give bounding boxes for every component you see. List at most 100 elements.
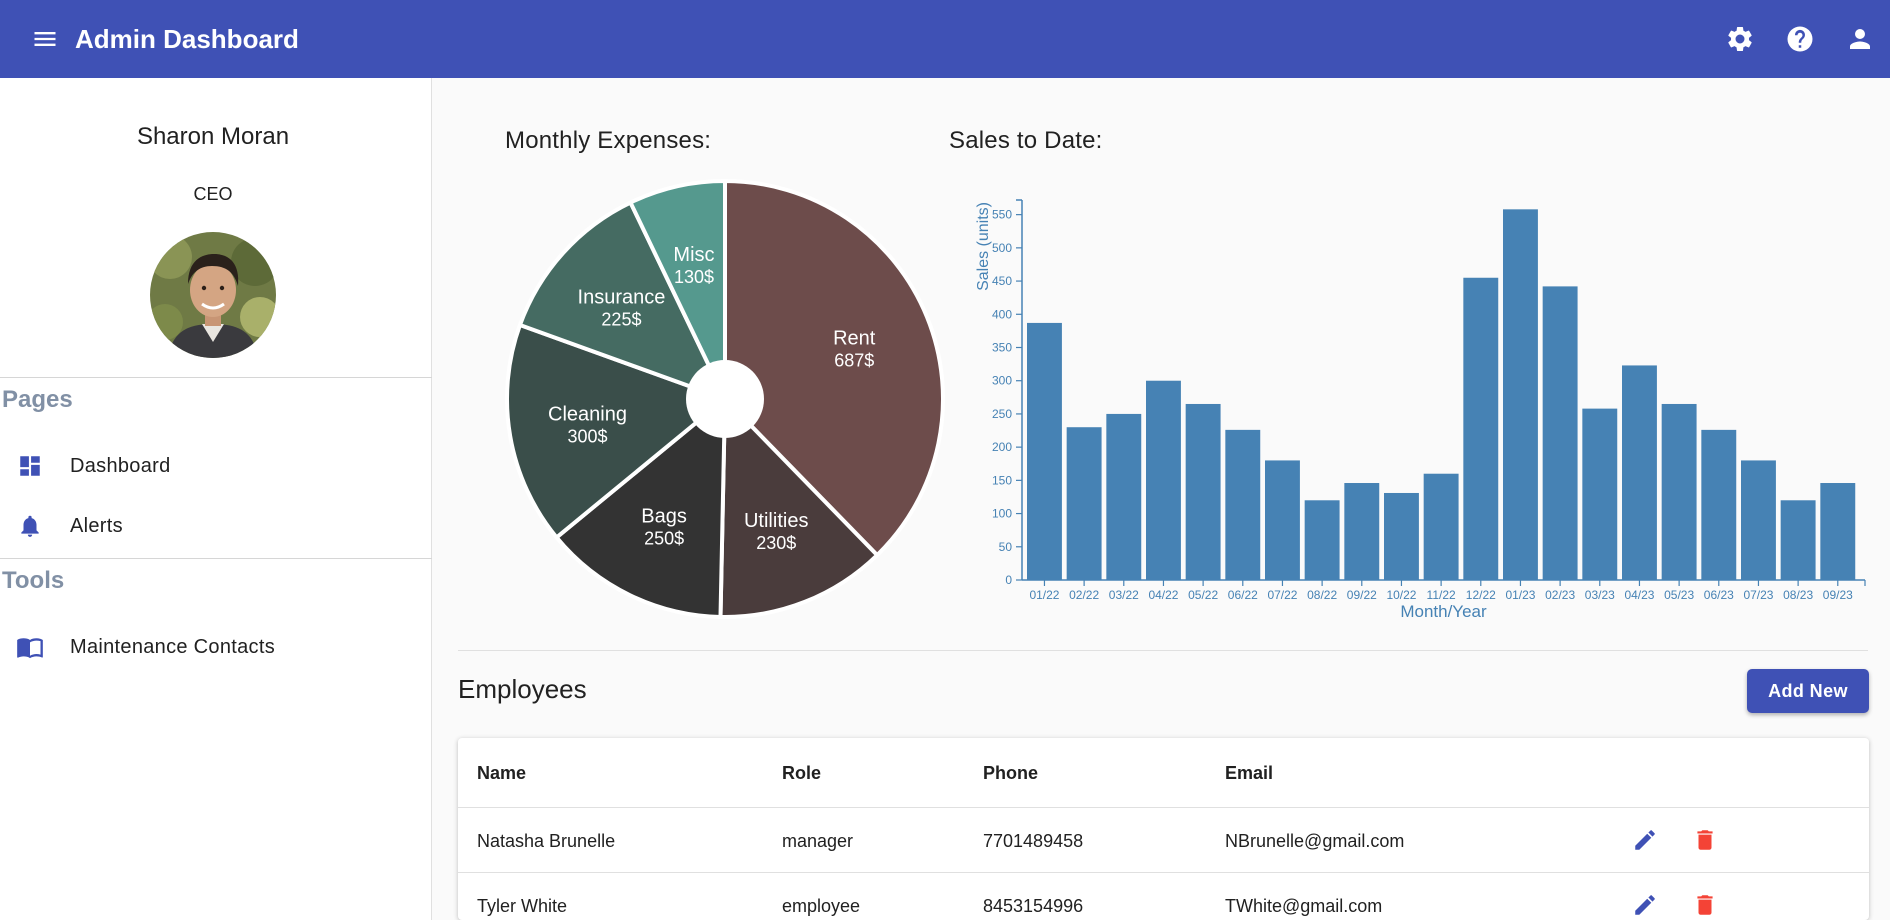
bar-12/22	[1463, 277, 1499, 580]
sidebar-item-label: Maintenance Contacts	[70, 635, 276, 658]
y-tick-label: 150	[992, 473, 1012, 487]
edit-button[interactable]	[1625, 820, 1665, 860]
y-axis-label: Sales (units)	[975, 202, 992, 291]
menu-icon	[34, 32, 56, 46]
x-tick-label: 06/22	[1228, 588, 1258, 602]
bar-10/22	[1384, 492, 1419, 580]
column-header-phone: Phone	[983, 763, 1039, 783]
employee-name: Natasha Brunelle	[477, 831, 616, 851]
bar-01/23	[1503, 209, 1538, 581]
x-tick-label: 03/23	[1585, 588, 1615, 602]
bar-04/23	[1622, 365, 1657, 580]
app-title: Admin Dashboard	[75, 23, 299, 54]
x-tick-label: 09/22	[1347, 588, 1377, 602]
help-button[interactable]	[1770, 9, 1830, 69]
employee-name: Tyler White	[477, 896, 568, 916]
pie-center-hole	[686, 360, 764, 438]
y-tick-label: 0	[1005, 573, 1012, 587]
bar-chart-title: Sales to Date:	[949, 127, 1103, 154]
bar-08/23	[1780, 500, 1816, 580]
x-tick-label: 04/23	[1624, 588, 1654, 602]
divider	[458, 650, 1868, 651]
y-tick-label: 350	[992, 341, 1012, 355]
bar-09/22	[1344, 483, 1380, 580]
bar-11/22	[1423, 473, 1459, 580]
y-tick-label: 500	[992, 241, 1012, 255]
divider	[0, 558, 432, 559]
employee-role: manager	[782, 831, 854, 851]
column-header-email: Email	[1225, 763, 1274, 783]
bar-04/22	[1146, 380, 1181, 580]
gear-icon	[1728, 26, 1752, 51]
table-row: Natasha Brunelle manager 7701489458 NBru…	[458, 808, 1869, 873]
table-header-row: Name Role Phone Email	[458, 738, 1869, 808]
y-tick-label: 50	[999, 540, 1013, 554]
bar-09/23	[1820, 483, 1856, 580]
x-axis-label: Month/Year	[1400, 602, 1487, 621]
delete-button[interactable]	[1685, 820, 1725, 860]
sidebar: Sharon Moran CEO Pages Dashboard Alerts …	[0, 78, 432, 920]
employee-phone: 8453154996	[983, 896, 1084, 916]
x-tick-label: 06/23	[1704, 588, 1734, 602]
sidebar-item-label: Alerts	[70, 514, 123, 537]
x-tick-label: 09/23	[1823, 588, 1853, 602]
x-tick-label: 01/22	[1029, 588, 1059, 602]
bar-07/22	[1265, 460, 1300, 580]
pie-slice-label: Misc	[673, 244, 714, 266]
dashboard-icon	[15, 451, 45, 481]
bar-07/23	[1741, 460, 1776, 580]
help-icon	[1787, 26, 1813, 52]
employees-table: Name Role Phone Email Natasha Brunelle m…	[458, 738, 1869, 920]
employee-email: NBrunelle@gmail.com	[1225, 831, 1405, 851]
sidebar-item-maintenance-contacts[interactable]: Maintenance Contacts	[0, 619, 431, 675]
employees-title: Employees	[458, 674, 587, 704]
employee-phone: 7701489458	[983, 831, 1084, 851]
bar-06/23	[1701, 429, 1737, 580]
bar-05/23	[1661, 403, 1697, 580]
pie-slice-value: 250$	[644, 529, 684, 549]
pie-slice-value: 225$	[601, 309, 641, 329]
bar-05/22	[1185, 403, 1221, 580]
bar-08/22	[1304, 500, 1340, 580]
y-tick-label: 450	[992, 274, 1012, 288]
x-tick-label: 10/22	[1386, 588, 1416, 602]
avatar	[150, 232, 276, 358]
y-tick-label: 200	[992, 440, 1012, 454]
pie-slice-value: 130$	[674, 267, 714, 287]
pie-slice-label: Cleaning	[548, 404, 627, 426]
pencil-icon	[1635, 830, 1655, 850]
trash-icon	[1697, 830, 1713, 850]
x-tick-label: 02/23	[1545, 588, 1575, 602]
pie-slice-value: 300$	[567, 427, 607, 447]
person-icon	[1850, 29, 1870, 49]
account-button[interactable]	[1830, 9, 1890, 69]
y-tick-label: 550	[992, 208, 1012, 222]
y-tick-label: 100	[992, 507, 1012, 521]
bar-06/22	[1225, 429, 1261, 580]
section-title-tools: Tools	[2, 567, 65, 594]
add-new-button[interactable]: Add New	[1747, 669, 1869, 713]
delete-button[interactable]	[1685, 885, 1725, 920]
sidebar-item-alerts[interactable]: Alerts	[0, 498, 431, 554]
sales-bar-chart: 0 50 100 150 200 250 300 350 400 450 500 550 01/22 02…	[975, 199, 1866, 621]
x-tick-label: 03/22	[1109, 588, 1139, 602]
bar-01/22	[1027, 322, 1062, 580]
y-tick-label: 250	[992, 407, 1012, 421]
y-tick-label: 300	[992, 374, 1012, 388]
settings-button[interactable]	[1710, 9, 1770, 69]
x-tick-label: 07/22	[1267, 588, 1297, 602]
pie-slice-label: Rent	[833, 327, 876, 349]
x-tick-label: 05/23	[1664, 588, 1694, 602]
pie-slice-value: 230$	[756, 533, 796, 553]
section-title-pages: Pages	[2, 386, 73, 413]
pencil-icon	[1635, 895, 1655, 915]
table-row: Tyler White employee 8453154996 TWhite@g…	[458, 873, 1869, 920]
pie-chart-title: Monthly Expenses:	[505, 127, 712, 154]
menu-button[interactable]	[20, 14, 70, 64]
bar-02/23	[1542, 286, 1578, 580]
sidebar-item-dashboard[interactable]: Dashboard	[0, 438, 431, 494]
expenses-pie-chart: Rent687$ Utilities230$ Bags250$ Cleaning300…	[505, 178, 945, 619]
x-tick-label: 02/22	[1069, 588, 1099, 602]
x-tick-label: 01/23	[1505, 588, 1535, 602]
edit-button[interactable]	[1625, 885, 1665, 920]
